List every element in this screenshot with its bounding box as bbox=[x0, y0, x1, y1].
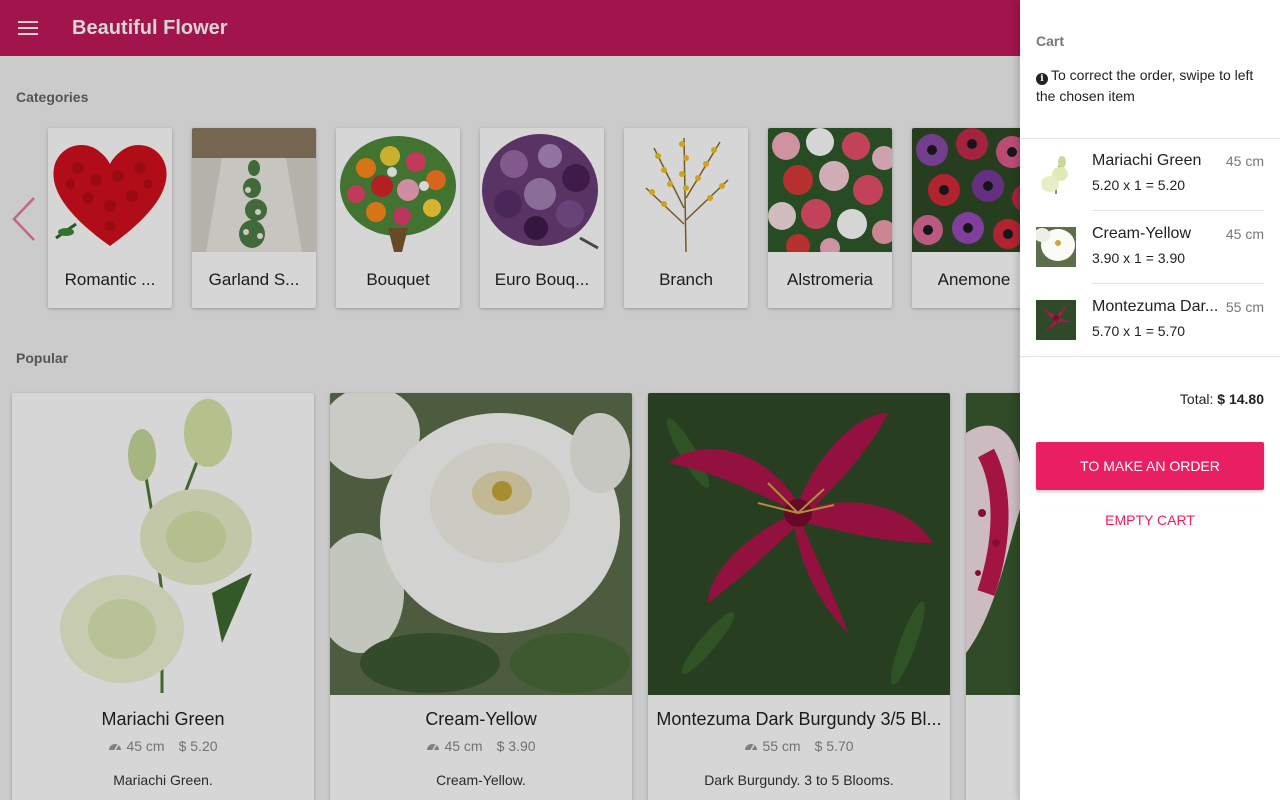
cart-item-thumbnail bbox=[1036, 227, 1076, 267]
cart-item-name: Montezuma Dar... bbox=[1092, 298, 1219, 315]
cart-total: Total: $ 14.80 bbox=[1180, 391, 1264, 407]
cart-item-thumbnail bbox=[1036, 300, 1076, 340]
cart-item-size: 55 cm bbox=[1225, 299, 1264, 315]
make-order-button[interactable]: TO MAKE AN ORDER bbox=[1036, 442, 1264, 490]
cart-drawer: Cart i To correct the order, swipe to lef… bbox=[1020, 0, 1280, 800]
cart-item[interactable]: Mariachi Green 45 cm 5.20 x 1 = 5.20 bbox=[1020, 138, 1280, 211]
cart-item-size: 45 cm bbox=[1225, 153, 1264, 169]
cart-item-name: Mariachi Green bbox=[1092, 152, 1202, 169]
info-icon: i bbox=[1036, 73, 1048, 85]
empty-cart-button[interactable]: EMPTY CART bbox=[1036, 504, 1264, 536]
cart-item[interactable]: Montezuma Dar... 55 cm 5.70 x 1 = 5.70 bbox=[1020, 284, 1280, 357]
cart-item[interactable]: Cream-Yellow 45 cm 3.90 x 1 = 3.90 bbox=[1020, 211, 1280, 284]
total-value: $ 14.80 bbox=[1217, 391, 1264, 407]
cart-item-name: Cream-Yellow bbox=[1092, 225, 1191, 242]
cart-item-size: 45 cm bbox=[1225, 226, 1264, 242]
cart-item-calc: 3.90 x 1 = 3.90 bbox=[1092, 250, 1186, 266]
cart-item-calc: 5.20 x 1 = 5.20 bbox=[1092, 177, 1186, 193]
cart-hint-text: To correct the order, swipe to left the … bbox=[1036, 67, 1254, 104]
cart-item-thumbnail bbox=[1036, 154, 1076, 194]
total-label: Total: bbox=[1179, 391, 1214, 407]
cart-item-calc: 5.70 x 1 = 5.70 bbox=[1092, 323, 1186, 339]
cart-hint: i To correct the order, swipe to left the… bbox=[1036, 65, 1272, 107]
divider bbox=[1020, 356, 1280, 357]
cart-title: Cart bbox=[1036, 33, 1065, 49]
